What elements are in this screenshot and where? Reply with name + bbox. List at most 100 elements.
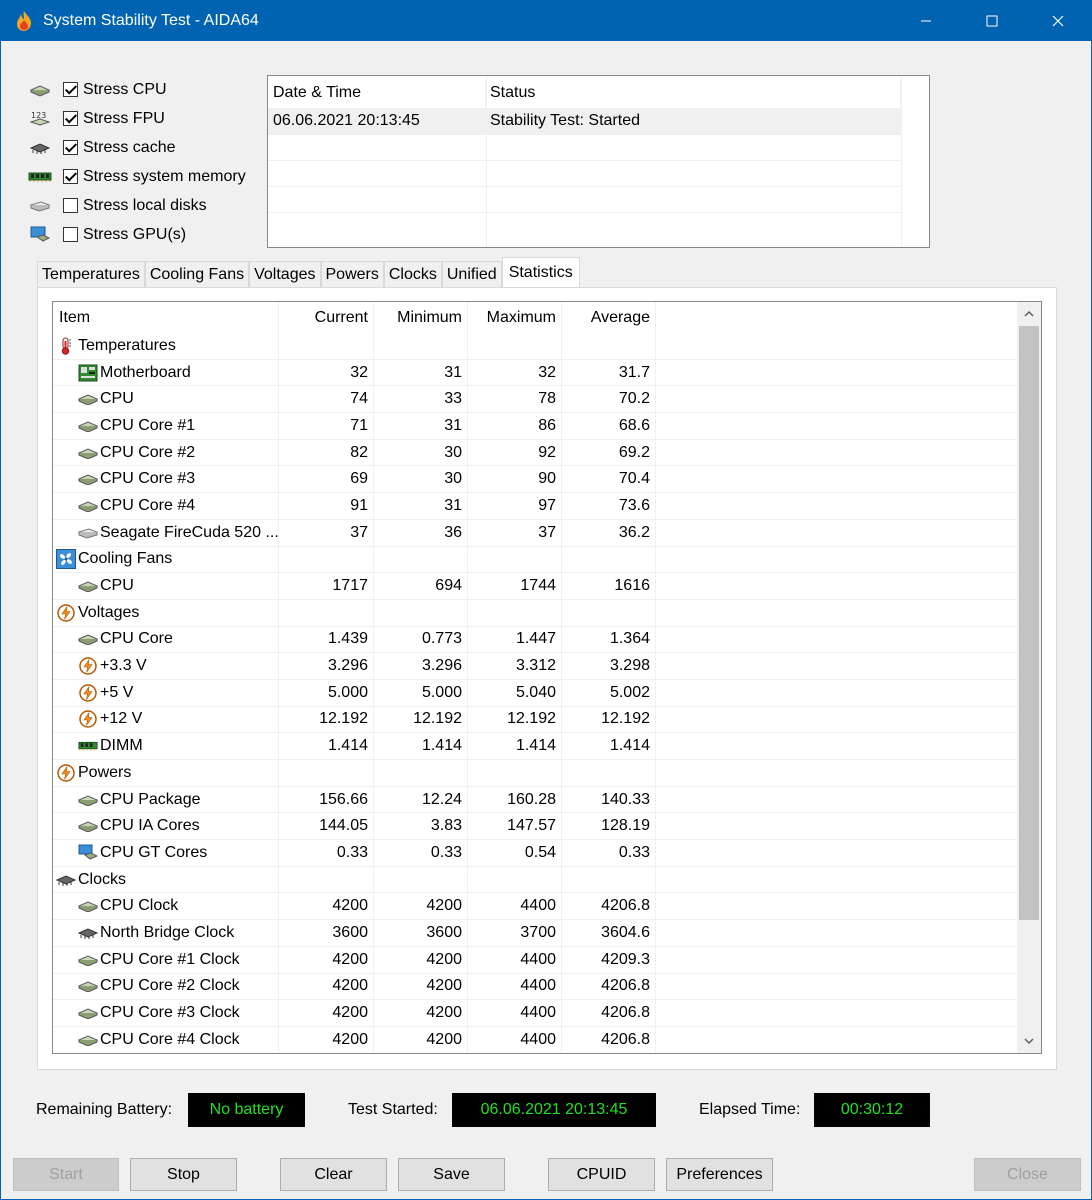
- tab-unified[interactable]: Unified: [441, 261, 502, 287]
- log-row[interactable]: 06.06.2021 20:13:45 Stability Test: Star…: [268, 108, 901, 134]
- average-value: 36.2: [562, 519, 656, 546]
- group-row[interactable]: Cooling Fans: [53, 546, 1017, 574]
- average-value: 1.364: [562, 626, 656, 653]
- stress-gpu-option[interactable]: Stress GPU(s): [27, 220, 267, 249]
- table-row[interactable]: CPU Core 1.439 0.773 1.447 1.364: [53, 626, 1017, 654]
- table-row[interactable]: CPU Core #1 Clock 4200 4200 4400 4209.3: [53, 946, 1017, 974]
- log-grid-vline: [901, 76, 902, 247]
- scroll-thumb[interactable]: [1019, 326, 1039, 920]
- table-row[interactable]: CPU IA Cores 144.05 3.83 147.57 128.19: [53, 813, 1017, 841]
- header-minimum[interactable]: Minimum: [374, 302, 468, 333]
- table-row[interactable]: CPU Core #3 69 30 90 70.4: [53, 466, 1017, 494]
- stress-gpu-checkbox[interactable]: [63, 227, 78, 242]
- group-row[interactable]: Voltages: [53, 599, 1017, 627]
- tab-statistics[interactable]: Statistics: [501, 257, 580, 287]
- header-average[interactable]: Average: [562, 302, 656, 333]
- table-row[interactable]: CPU Clock 4200 4200 4400 4206.8: [53, 893, 1017, 921]
- maximum-value: 4400: [468, 1000, 562, 1026]
- table-row[interactable]: Seagate FireCuda 520 ... 37 36 37 36.2: [53, 519, 1017, 547]
- table-row[interactable]: +5 V 5.000 5.000 5.040 5.002: [53, 679, 1017, 707]
- cpuid-button[interactable]: CPUID: [548, 1158, 655, 1191]
- table-row[interactable]: North Bridge Clock 3600 3600 3700 3604.6: [53, 920, 1017, 947]
- group-row[interactable]: Temperatures: [53, 333, 1017, 360]
- table-row[interactable]: Motherboard 32 31 32 31.7: [53, 359, 1017, 387]
- item-cell: CPU Core #4: [53, 493, 279, 519]
- save-button[interactable]: Save: [398, 1158, 505, 1191]
- current-value: 4200: [279, 1000, 374, 1026]
- stress-cache-checkbox[interactable]: [63, 140, 78, 155]
- item-label: CPU Core #3: [100, 470, 196, 488]
- header-maximum[interactable]: Maximum: [468, 302, 562, 333]
- close-window-button[interactable]: [1025, 1, 1091, 41]
- tab-cooling-fans[interactable]: Cooling Fans: [144, 261, 250, 287]
- group-row[interactable]: Powers: [53, 760, 1017, 787]
- group-row[interactable]: Clocks: [53, 866, 1017, 894]
- stress-cpu-checkbox[interactable]: [63, 82, 78, 97]
- item-label: Voltages: [78, 603, 140, 621]
- table-row[interactable]: CPU Core #4 Clock 4200 4200 4400 4206.8: [53, 1026, 1017, 1053]
- clear-button[interactable]: Clear: [280, 1158, 387, 1191]
- stress-cpu-option[interactable]: Stress CPU: [27, 75, 267, 104]
- stress-cache-option[interactable]: Stress cache: [27, 133, 267, 162]
- table-row[interactable]: CPU Core #1 71 31 86 68.6: [53, 413, 1017, 440]
- stress-disks-option[interactable]: Stress local disks: [27, 191, 267, 220]
- close-button[interactable]: Close: [974, 1158, 1081, 1191]
- item-cell: CPU Package: [53, 786, 279, 813]
- header-item[interactable]: Item: [53, 302, 279, 333]
- elapsed-time-value: 00:30:12: [814, 1093, 930, 1127]
- stress-cpu-label[interactable]: Stress CPU: [83, 81, 167, 99]
- stress-cache-label[interactable]: Stress cache: [83, 139, 175, 157]
- tab-voltages[interactable]: Voltages: [249, 261, 321, 287]
- log-header-datetime[interactable]: Date & Time: [268, 80, 486, 106]
- minimum-value: [374, 333, 468, 359]
- maximize-button[interactable]: [959, 1, 1025, 41]
- vertical-scrollbar[interactable]: [1017, 302, 1041, 1053]
- table-row[interactable]: CPU Package 156.66 12.24 160.28 140.33: [53, 786, 1017, 814]
- table-row[interactable]: CPU 1717 694 1744 1616: [53, 573, 1017, 600]
- table-row[interactable]: +12 V 12.192 12.192 12.192 12.192: [53, 706, 1017, 734]
- table-row[interactable]: DIMM 1.414 1.414 1.414 1.414: [53, 733, 1017, 760]
- table-row[interactable]: +3.3 V 3.296 3.296 3.312 3.298: [53, 653, 1017, 680]
- start-button[interactable]: Start: [13, 1158, 119, 1191]
- log-header-status[interactable]: Status: [486, 80, 901, 106]
- table-row[interactable]: CPU Core #3 Clock 4200 4200 4400 4206.8: [53, 1000, 1017, 1027]
- log-grid-line: [268, 160, 901, 161]
- table-row[interactable]: CPU Core #2 82 30 92 69.2: [53, 439, 1017, 467]
- stress-memory-checkbox[interactable]: [63, 169, 78, 184]
- table-row[interactable]: CPU Core #2 Clock 4200 4200 4400 4206.8: [53, 973, 1017, 1001]
- table-row[interactable]: CPU GT Cores 0.33 0.33 0.54 0.33: [53, 840, 1017, 867]
- stress-memory-label[interactable]: Stress system memory: [83, 168, 246, 186]
- minimum-value: 30: [374, 439, 468, 466]
- cache-chip-icon: [27, 137, 53, 159]
- stress-disks-label[interactable]: Stress local disks: [83, 197, 207, 215]
- table-row[interactable]: CPU Core #4 91 31 97 73.6: [53, 493, 1017, 520]
- preferences-button[interactable]: Preferences: [666, 1158, 773, 1191]
- gpu-monitor-icon: [78, 844, 98, 862]
- minimum-value: 0.773: [374, 626, 468, 653]
- stress-fpu-option[interactable]: 123 Stress FPU: [27, 104, 267, 133]
- statistics-table[interactable]: Item Current Minimum Maximum Average Tem…: [52, 301, 1042, 1054]
- current-value: 74: [279, 386, 374, 413]
- table-row[interactable]: CPU 74 33 78 70.2: [53, 386, 1017, 414]
- status-log-table[interactable]: Date & Time Status 06.06.2021 20:13:45 S…: [267, 75, 930, 248]
- scroll-up-button[interactable]: [1017, 302, 1041, 326]
- item-label: CPU Core #2: [100, 443, 196, 461]
- current-value: 82: [279, 439, 374, 466]
- average-value: 4206.8: [562, 893, 656, 920]
- minimum-value: 36: [374, 519, 468, 546]
- header-current[interactable]: Current: [279, 302, 374, 333]
- minimize-button[interactable]: [893, 1, 959, 41]
- stress-gpu-label[interactable]: Stress GPU(s): [83, 226, 186, 244]
- stress-disks-checkbox[interactable]: [63, 198, 78, 213]
- scroll-down-button[interactable]: [1017, 1029, 1041, 1053]
- stress-fpu-label[interactable]: Stress FPU: [83, 110, 165, 128]
- tab-clocks[interactable]: Clocks: [383, 261, 442, 287]
- tab-powers[interactable]: Powers: [320, 261, 384, 287]
- current-value: 3.296: [279, 653, 374, 679]
- tab-temperatures[interactable]: Temperatures: [37, 261, 145, 287]
- disk-drive-icon: [78, 524, 98, 542]
- stress-fpu-checkbox[interactable]: [63, 111, 78, 126]
- title-bar[interactable]: System Stability Test - AIDA64: [1, 1, 1091, 41]
- stop-button[interactable]: Stop: [130, 1158, 237, 1191]
- stress-memory-option[interactable]: Stress system memory: [27, 162, 267, 191]
